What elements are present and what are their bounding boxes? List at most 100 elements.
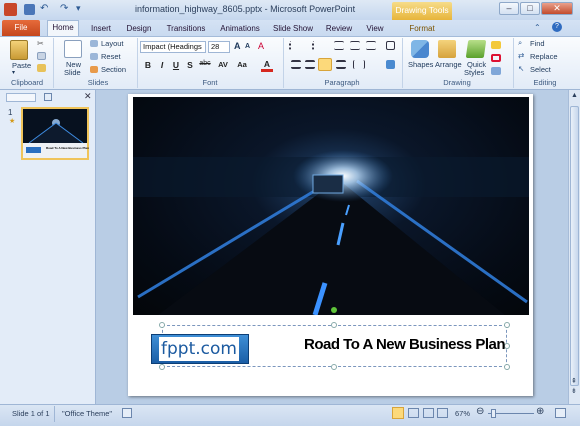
slide-sorter-icon[interactable] [408,408,419,418]
fppt-logo-text: fppt.com [159,337,239,361]
arrange-icon[interactable] [438,40,456,58]
font-size-select[interactable]: 28 [208,41,230,53]
tab-home[interactable]: Home [47,20,79,36]
clipboard-group-label: Clipboard [10,78,44,87]
resize-handle-bl[interactable] [159,364,165,370]
redo-icon[interactable]: ↷ [60,3,68,14]
slide-thumbnail[interactable]: Road To A New Business Plan [21,107,89,160]
resize-handle-tr[interactable] [504,322,510,328]
decrease-indent-icon[interactable] [334,41,344,50]
vertical-scrollbar[interactable]: ▲ ⇞ ⇟ [568,90,580,404]
align-center-icon[interactable] [305,60,315,69]
normal-view-icon[interactable] [392,407,404,419]
justify-icon[interactable] [336,60,346,69]
help-icon[interactable]: ? [552,22,562,32]
bullets-icon[interactable] [289,41,299,50]
tab-view[interactable]: View [362,22,388,36]
resize-handle-tl[interactable] [159,322,165,328]
new-slide-label-2[interactable]: Slide [64,68,81,77]
character-spacing-button[interactable]: AV [216,60,230,69]
font-family-select[interactable]: Impact (Headings [140,41,206,53]
close-pane-icon[interactable]: ✕ [84,91,92,102]
font-color-button[interactable]: A [261,59,273,72]
shapes-label[interactable]: Shapes [408,60,433,69]
increase-indent-icon[interactable] [350,41,360,50]
quick-styles-label-2[interactable]: Styles [464,68,484,77]
tab-animations[interactable]: Animations [216,22,264,36]
shadow-button[interactable]: S [184,60,196,70]
shrink-font-icon[interactable]: A [245,43,250,50]
next-slide-icon[interactable]: ⇟ [571,387,577,395]
numbering-icon[interactable] [312,41,322,50]
close-button[interactable]: ✕ [541,2,573,15]
thumbnail-road-icon [23,109,87,158]
new-slide-icon[interactable] [64,40,82,58]
arrange-label[interactable]: Arrange [435,60,462,69]
tab-insert[interactable]: Insert [86,22,116,36]
slide-headline[interactable]: Road To A New Business Plan [293,336,505,358]
select-button[interactable]: Select [530,65,551,74]
copy-icon[interactable] [37,52,46,60]
bold-button[interactable]: B [142,60,154,70]
zoom-level[interactable]: 67% [455,409,470,418]
zoom-out-icon[interactable]: ⊖ [476,406,484,417]
theme-name[interactable]: "Office Theme" [62,409,112,418]
change-case-button[interactable]: Aa [235,60,249,69]
tab-slide-show[interactable]: Slide Show [270,22,316,36]
paragraph-group-label: Paragraph [324,78,360,87]
italic-button[interactable]: I [156,60,168,70]
tab-format[interactable]: Format [402,22,442,36]
paste-dropdown-icon[interactable]: ▾ [12,69,15,76]
undo-icon[interactable]: ↶ [40,3,48,14]
line-spacing-icon[interactable] [366,41,376,50]
find-button[interactable]: Find [530,39,545,48]
align-left-icon[interactable] [291,60,301,69]
section-button[interactable]: Section [101,65,126,74]
paste-icon[interactable] [10,40,28,60]
underline-button[interactable]: U [170,60,182,70]
zoom-in-icon[interactable]: ⊕ [536,406,544,417]
grow-font-icon[interactable]: A [234,41,241,51]
separator [53,38,54,88]
scroll-up-icon[interactable]: ▲ [571,92,578,99]
shape-effects-icon[interactable] [491,67,501,75]
zoom-slider-thumb[interactable] [491,409,496,418]
replace-button[interactable]: Replace [530,52,558,61]
slides-tab[interactable] [6,93,36,102]
cut-icon[interactable]: ✂ [37,40,46,48]
shape-outline-icon[interactable] [491,54,501,62]
save-icon[interactable] [24,4,35,15]
reset-button[interactable]: Reset [101,52,121,61]
slide-show-icon[interactable] [437,408,448,418]
resize-handle-br[interactable] [504,364,510,370]
minimize-ribbon-icon[interactable]: ⌃ [534,23,541,32]
tab-review[interactable]: Review [322,22,356,36]
columns-icon[interactable] [353,60,365,69]
previous-slide-icon[interactable]: ⇞ [571,377,577,385]
shapes-icon[interactable] [411,40,429,58]
scroll-thumb[interactable] [570,106,579,386]
layout-button[interactable]: Layout [101,39,124,48]
tab-file[interactable]: File [2,20,40,36]
rotate-handle[interactable] [331,307,337,313]
qat-customize-icon[interactable]: ▾ [76,3,81,14]
tab-design[interactable]: Design [122,22,156,36]
clear-formatting-icon[interactable]: A [258,41,264,51]
maximize-button[interactable]: □ [520,2,540,15]
fit-slide-icon[interactable] [555,408,566,418]
resize-handle-bc[interactable] [331,364,337,370]
spell-check-icon[interactable] [122,408,132,418]
shape-fill-icon[interactable] [491,41,501,49]
minimize-button[interactable]: – [499,2,519,15]
smartart-icon[interactable] [386,60,395,69]
tab-transitions[interactable]: Transitions [162,22,210,36]
reading-view-icon[interactable] [423,408,434,418]
strikethrough-button[interactable]: abc [197,60,213,67]
align-right-icon[interactable] [318,58,332,71]
separator [402,38,403,88]
format-painter-icon[interactable] [37,64,46,72]
outline-tab-icon[interactable] [44,93,52,101]
quick-styles-icon[interactable] [465,40,487,58]
text-direction-icon[interactable] [386,41,395,50]
resize-handle-tc[interactable] [331,322,337,328]
